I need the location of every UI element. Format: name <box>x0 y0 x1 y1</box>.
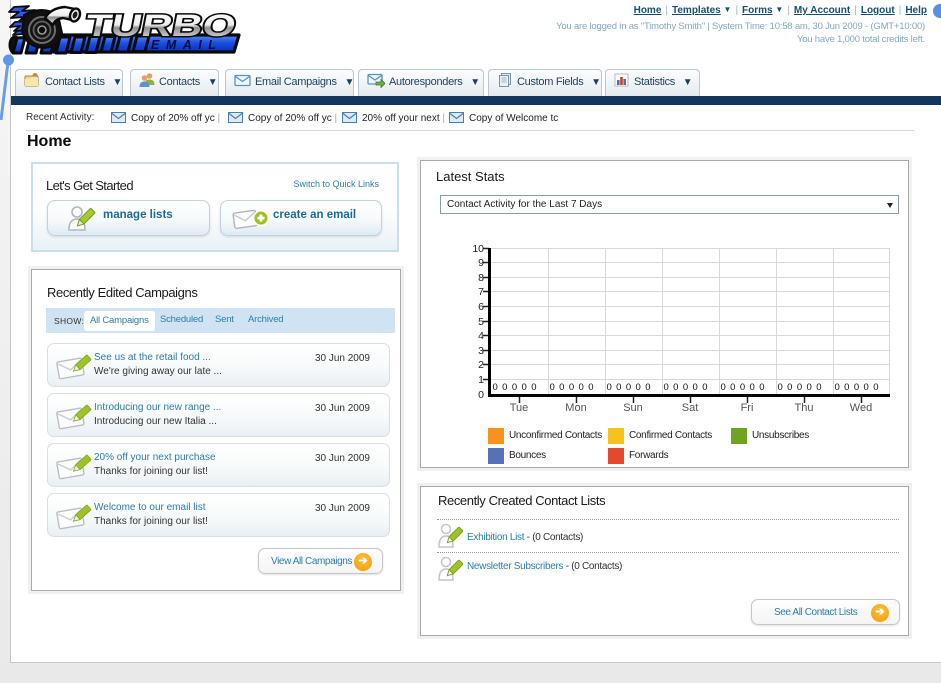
svg-text:0: 0 <box>616 382 621 393</box>
svg-text:0: 0 <box>834 382 839 393</box>
svg-text:Wed: Wed <box>850 402 872 414</box>
svg-text:1: 1 <box>478 374 484 386</box>
svg-text:0: 0 <box>854 382 859 393</box>
svg-text:Sat: Sat <box>682 402 699 414</box>
svg-text:0: 0 <box>683 382 688 393</box>
svg-text:0: 0 <box>559 382 564 393</box>
svg-text:Tue: Tue <box>510 402 529 414</box>
svg-text:10: 10 <box>472 243 484 255</box>
svg-text:0: 0 <box>579 382 584 393</box>
svg-text:0: 0 <box>864 382 869 393</box>
svg-text:0: 0 <box>531 382 536 393</box>
svg-text:0: 0 <box>797 382 802 393</box>
svg-text:0: 0 <box>777 382 782 393</box>
svg-text:0: 0 <box>693 382 698 393</box>
svg-text:Mon: Mon <box>565 402 586 414</box>
svg-text:0: 0 <box>645 382 650 393</box>
svg-text:0: 0 <box>702 382 707 393</box>
svg-text:0: 0 <box>750 382 755 393</box>
svg-text:0: 0 <box>549 382 554 393</box>
svg-text:Sun: Sun <box>623 402 643 414</box>
svg-text:0: 0 <box>663 382 668 393</box>
svg-text:0: 0 <box>873 382 878 393</box>
svg-text:2: 2 <box>478 359 484 371</box>
svg-text:0: 0 <box>569 382 574 393</box>
svg-text:0: 0 <box>588 382 593 393</box>
svg-text:0: 0 <box>816 382 821 393</box>
svg-text:0: 0 <box>673 382 678 393</box>
svg-text:6: 6 <box>478 301 484 313</box>
svg-text:Thu: Thu <box>795 402 814 414</box>
svg-text:4: 4 <box>478 330 484 342</box>
svg-text:Fri: Fri <box>741 402 754 414</box>
svg-text:0: 0 <box>730 382 735 393</box>
svg-text:0: 0 <box>502 382 507 393</box>
svg-text:0: 0 <box>606 382 611 393</box>
svg-text:0: 0 <box>492 382 497 393</box>
svg-text:0: 0 <box>636 382 641 393</box>
svg-text:9: 9 <box>478 257 484 269</box>
svg-text:0: 0 <box>478 389 484 401</box>
svg-text:0: 0 <box>522 382 527 393</box>
svg-text:0: 0 <box>740 382 745 393</box>
svg-text:5: 5 <box>478 316 484 328</box>
svg-text:0: 0 <box>807 382 812 393</box>
svg-text:3: 3 <box>478 345 484 357</box>
svg-text:0: 0 <box>626 382 631 393</box>
svg-text:0: 0 <box>787 382 792 393</box>
svg-text:7: 7 <box>478 286 484 298</box>
svg-text:0: 0 <box>512 382 517 393</box>
svg-text:0: 0 <box>844 382 849 393</box>
svg-text:8: 8 <box>478 272 484 284</box>
svg-text:0: 0 <box>720 382 725 393</box>
svg-text:TURBO: TURBO <box>82 8 239 43</box>
svg-text:0: 0 <box>759 382 764 393</box>
